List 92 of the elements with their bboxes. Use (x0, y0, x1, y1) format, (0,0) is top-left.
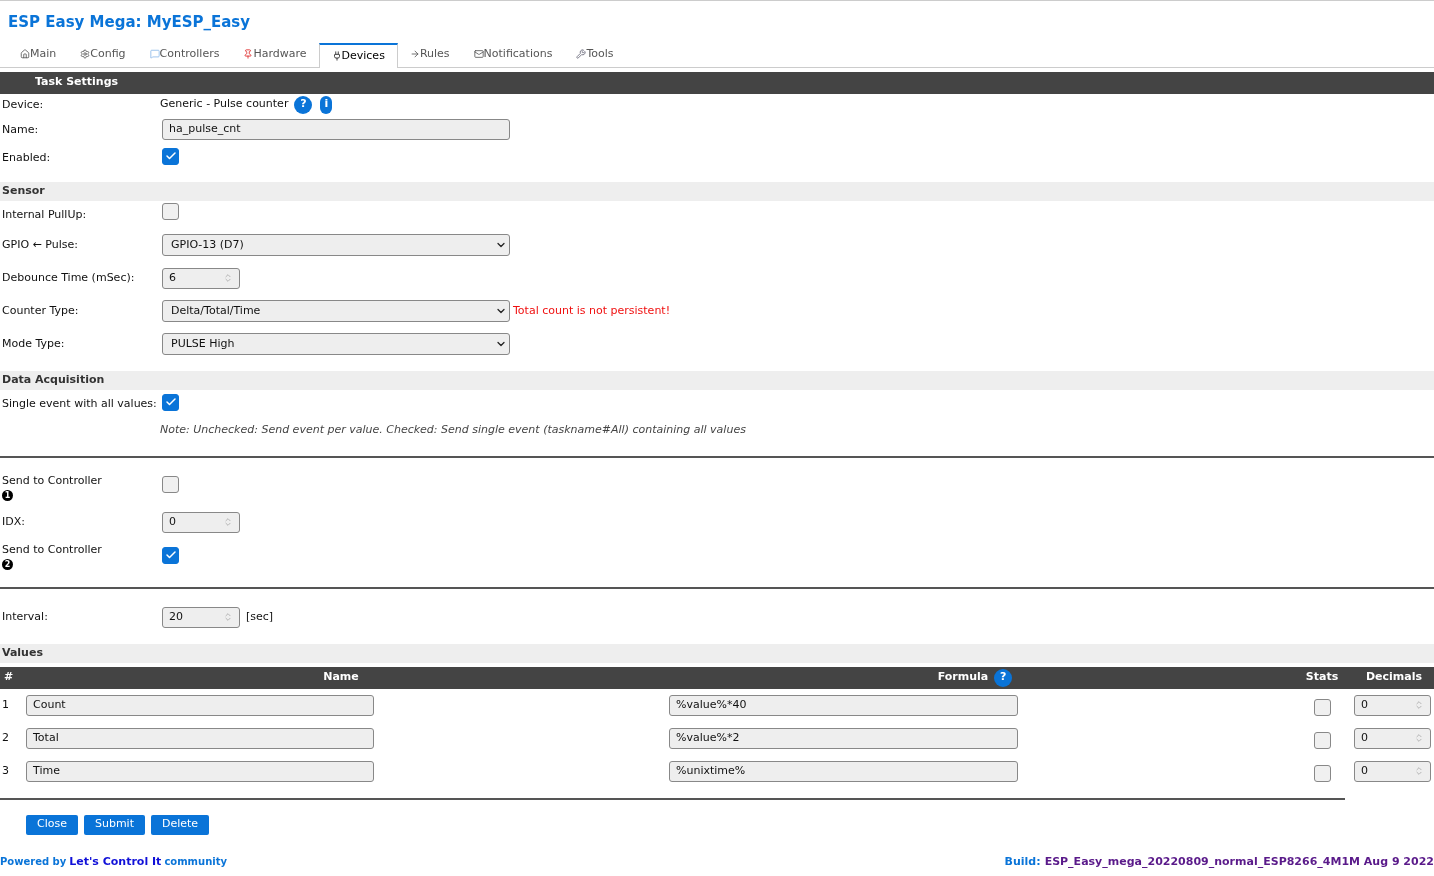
field-label: Name: (2, 122, 39, 136)
row-number: 2 (1, 729, 10, 746)
field-label: Single event with all values: (2, 396, 157, 410)
checkbox[interactable] (162, 203, 179, 221)
info-button[interactable]: i (320, 95, 333, 114)
help-button[interactable]: ? (294, 95, 313, 114)
column-header: Formula (937, 669, 989, 686)
dropdown[interactable]: Delta/Total/Time (162, 300, 510, 322)
row-number: 3 (1, 762, 10, 779)
footer-text: community (164, 854, 227, 869)
check-icon (164, 549, 177, 561)
spinner-icon (1414, 700, 1424, 710)
formula-field[interactable]: %value%*40 (669, 694, 1018, 716)
pin-icon (243, 49, 254, 59)
nav-tab[interactable]: Tools (564, 41, 626, 67)
field-label: Counter Type: (2, 304, 79, 317)
arrow-icon (409, 49, 420, 59)
decimals-field[interactable]: 0 (1354, 727, 1431, 749)
column-header: Decimals (1364, 669, 1424, 686)
row-number: 1 (1, 696, 10, 713)
action-button[interactable]: Submit (83, 814, 145, 835)
field-label: Send to Controller (2, 542, 102, 556)
nav-tab[interactable]: Hardware (231, 41, 319, 67)
column-header: Name (322, 669, 360, 686)
warning-text: Total count is not persistent! (513, 302, 671, 319)
checkbox[interactable] (162, 393, 179, 411)
nav-tab[interactable]: Rules (397, 41, 462, 67)
checkbox[interactable] (1313, 698, 1331, 716)
build-text: ESP_Easy_mega_20220809_normal_ESP8266_4M1M Aug 9 2022 (1044, 853, 1434, 870)
field-label: Debounce Time (mSec): (2, 271, 135, 284)
nav-tab[interactable]: Main (8, 41, 69, 67)
column-header: # (3, 669, 15, 686)
help-button[interactable]: ? (994, 668, 1013, 687)
plug-icon (331, 51, 342, 61)
value-name-field[interactable]: Time (26, 760, 374, 782)
number-badge: 1 (2, 490, 13, 501)
nav-tab[interactable]: Devices (318, 42, 398, 68)
spinner-icon (223, 517, 233, 527)
spinner-icon (223, 273, 233, 283)
decimals-field[interactable]: 0 (1354, 760, 1431, 782)
build-label: Build: (1004, 853, 1041, 870)
spinner-icon (1414, 733, 1424, 743)
device-name: Generic - Pulse counter (160, 96, 289, 113)
footer-link[interactable]: Let's Control It (69, 853, 162, 870)
number-badge: 2 (2, 559, 13, 570)
panel-heading: Task Settings (35, 74, 119, 91)
number-field[interactable]: 6 (162, 267, 240, 289)
field-label: GPIO ← Pulse: (2, 238, 78, 251)
name-field[interactable]: ha_pulse_cnt (162, 119, 510, 140)
unit-label: [sec] (246, 608, 274, 625)
field-label: Interval: (2, 610, 48, 623)
field-label: Send to Controller (2, 473, 102, 487)
action-button[interactable]: Delete (151, 814, 210, 835)
value-name-field[interactable]: Total (26, 727, 374, 749)
section-heading: Values (1, 644, 43, 661)
nav-tab[interactable]: Config (68, 41, 138, 67)
column-header: Stats (1304, 669, 1340, 686)
field-label: IDX: (2, 515, 25, 528)
checkbox[interactable] (162, 476, 179, 494)
speech-bubble-icon (149, 49, 160, 59)
number-field[interactable]: 0 (162, 511, 240, 533)
note-text: Note: Unchecked: Send event per value. Checked: Send single event (taskname#All) containing all values (160, 422, 746, 439)
formula-field[interactable]: %value%*2 (669, 727, 1018, 749)
footer-text: Powered by (0, 854, 67, 869)
action-button[interactable]: Close (26, 814, 78, 835)
section-heading: Data Acquisition (1, 371, 105, 388)
checkbox[interactable] (1313, 764, 1331, 782)
nav-tab[interactable]: Notifications (461, 41, 565, 67)
dropdown[interactable]: PULSE High (162, 333, 510, 355)
spinner-icon (223, 612, 233, 622)
wrench-icon (576, 49, 587, 59)
section-heading: Sensor (1, 182, 45, 199)
home-icon (20, 49, 30, 59)
spinner-icon (1414, 766, 1424, 776)
checkbox[interactable] (162, 147, 179, 165)
field-label: Enabled: (2, 150, 51, 164)
checkbox[interactable] (162, 546, 179, 564)
envelope-icon (473, 49, 484, 59)
number-field[interactable]: 20 (162, 606, 240, 628)
checkbox[interactable] (1313, 731, 1331, 749)
gear-icon (80, 49, 91, 59)
dropdown[interactable]: GPIO-13 (D7) (162, 234, 510, 256)
field-label: Internal PullUp: (2, 207, 87, 221)
value-name-field[interactable]: Count (26, 694, 374, 716)
page-title: ESP Easy Mega: MyESP_Easy (8, 13, 251, 31)
field-label: Mode Type: (2, 337, 65, 350)
check-icon (164, 150, 177, 162)
formula-field[interactable]: %unixtime% (669, 760, 1018, 782)
nav-tab[interactable]: Controllers (137, 41, 232, 67)
check-icon (164, 396, 177, 408)
decimals-field[interactable]: 0 (1354, 694, 1431, 716)
field-label: Device: (2, 97, 44, 111)
